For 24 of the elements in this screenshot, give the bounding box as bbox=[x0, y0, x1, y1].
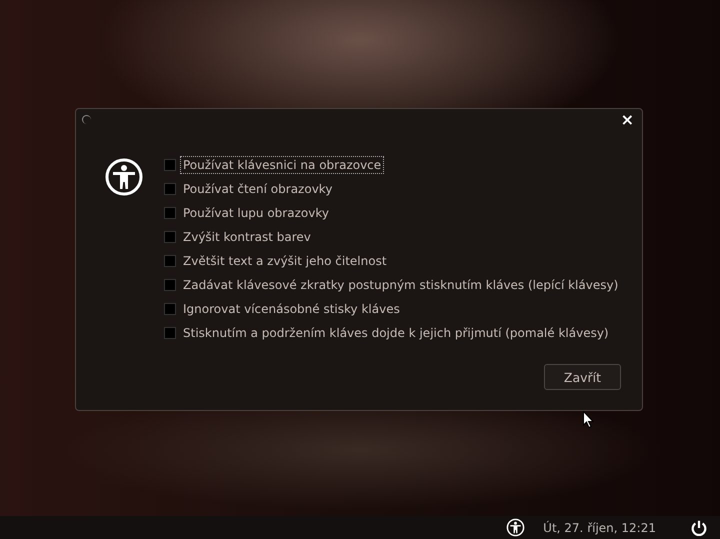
checkbox-label[interactable]: Zvýšit kontrast barev bbox=[180, 228, 314, 246]
accessibility-icon[interactable] bbox=[506, 518, 526, 537]
checkbox[interactable] bbox=[164, 303, 176, 315]
checkbox-label[interactable]: Zadávat klávesové zkratky postupným stisknutím kláves (lepící klávesy) bbox=[180, 276, 622, 294]
checkbox-label[interactable]: Stisknutím a podržením kláves dojde k jejich přijmutí (pomalé klávesy) bbox=[180, 324, 612, 342]
checkbox-label[interactable]: Zvětšit text a zvýšit jeho čitelnost bbox=[180, 252, 390, 270]
mouse-pointer-icon bbox=[583, 411, 594, 428]
checkbox[interactable] bbox=[164, 279, 176, 291]
checkbox-label[interactable]: Používat čtení obrazovky bbox=[180, 180, 336, 198]
checkbox[interactable] bbox=[164, 159, 176, 171]
checkbox[interactable] bbox=[164, 327, 176, 339]
close-dialog-button[interactable]: Zavřít bbox=[544, 364, 621, 390]
spinner-icon bbox=[82, 115, 91, 124]
accessibility-icon bbox=[104, 157, 144, 197]
checkbox-label[interactable]: Používat lupu obrazovky bbox=[180, 204, 332, 222]
checkbox[interactable] bbox=[164, 207, 176, 219]
checkbox[interactable] bbox=[164, 255, 176, 267]
clock[interactable]: Út, 27. říjen, 12:21 bbox=[543, 520, 656, 534]
checkbox[interactable] bbox=[164, 231, 176, 243]
checkbox[interactable] bbox=[164, 183, 176, 195]
checkbox-label[interactable]: Používat klávesnici na obrazovce bbox=[180, 156, 384, 174]
close-button[interactable]: × bbox=[618, 110, 636, 129]
power-icon[interactable] bbox=[690, 518, 708, 536]
checkbox-label[interactable]: Ignorovat vícenásobné stisky kláves bbox=[180, 300, 403, 318]
